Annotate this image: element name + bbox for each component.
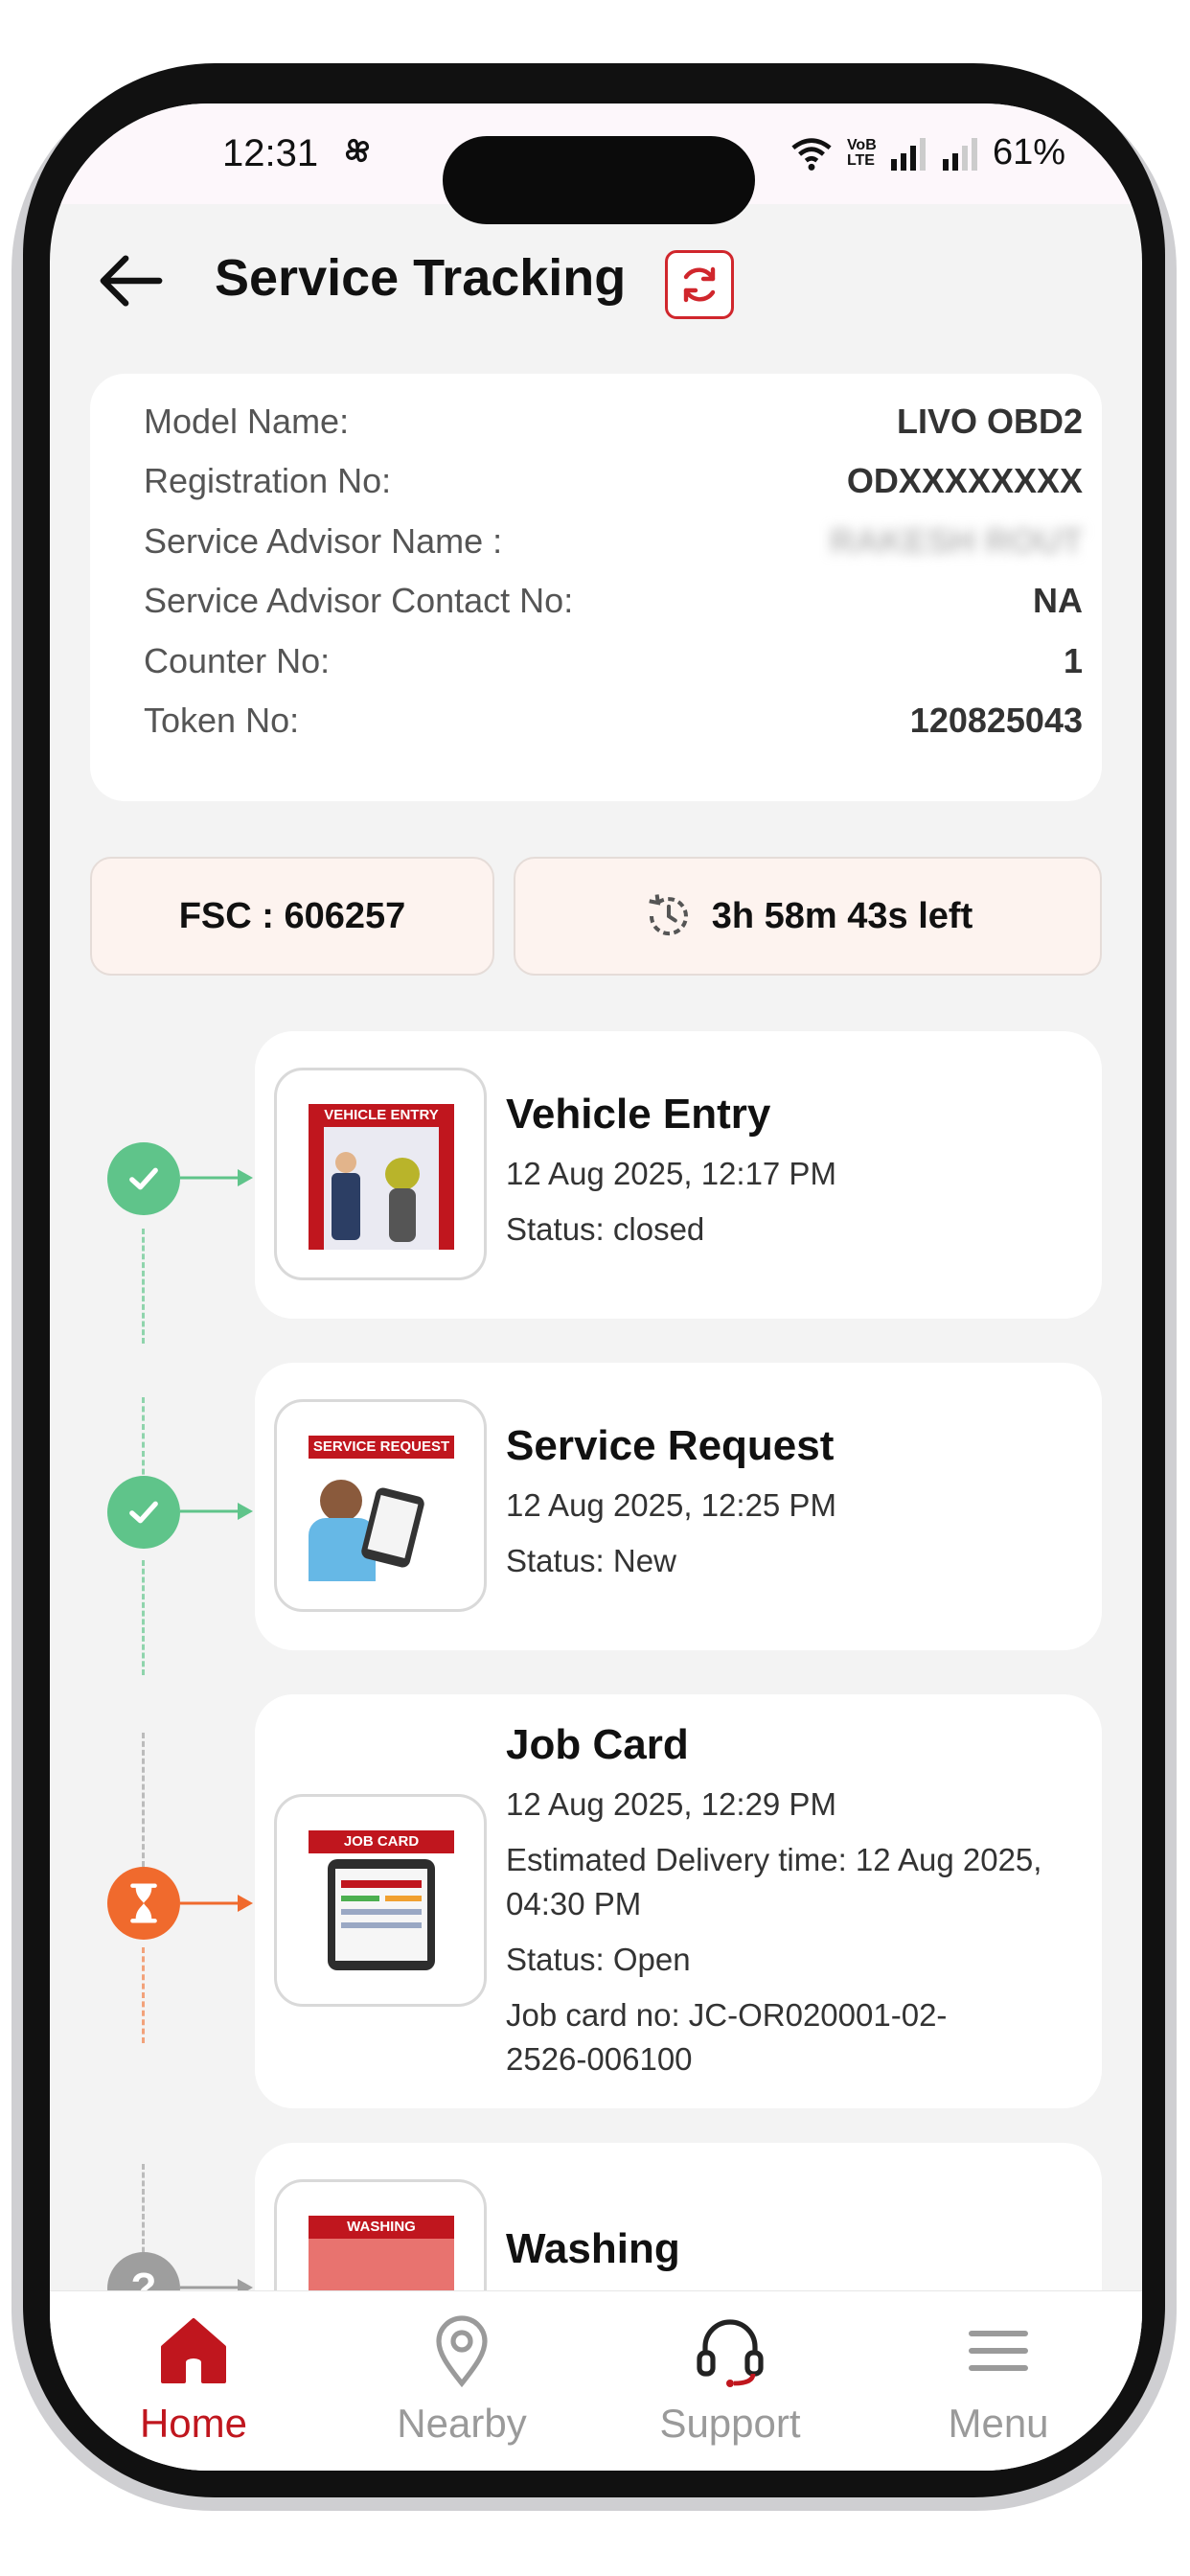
timeline-card-date: 12 Aug 2025, 12:29 PM — [506, 1786, 836, 1822]
info-row-model: Model Name: LIVO OBD2 — [144, 393, 1083, 450]
info-value: NA — [1033, 581, 1083, 620]
status-node-done — [107, 1142, 180, 1215]
job-card-image: JOB CARD — [309, 1830, 454, 1976]
location-pin-icon — [436, 2315, 488, 2388]
vehicle-entry-image: VEHICLE ENTRY — [309, 1104, 454, 1250]
timeline-card-title: Service Request — [506, 1422, 835, 1469]
timeline-card-service-request[interactable]: SERVICE REQUEST Service Request 12 Aug 2… — [255, 1363, 1102, 1650]
info-row-advisor-name: Service Advisor Name : RAKESH ROUT — [144, 513, 1083, 570]
arrow-connector — [180, 1503, 253, 1520]
info-value-redacted: RAKESH ROUT — [829, 521, 1083, 561]
timeline-connector — [142, 1947, 145, 2043]
countdown-pill: 3h 58m 43s left — [514, 857, 1102, 976]
bottom-nav: Home Nearby Support Menu — [50, 2290, 1142, 2471]
nav-home[interactable]: Home — [88, 2291, 299, 2471]
wifi-icon — [791, 137, 832, 171]
thumb-banner: SERVICE REQUEST — [309, 1436, 454, 1459]
check-icon — [129, 1167, 158, 1190]
timeline-card-status: Status: closed — [506, 1211, 705, 1247]
hourglass-icon — [130, 1883, 157, 1923]
info-row-registration: Registration No: ODXXXXXXXX — [144, 452, 1083, 510]
home-icon — [161, 2318, 226, 2383]
timeline-connector — [142, 1560, 145, 1675]
timeline-card-status: Status: New — [506, 1543, 676, 1578]
status-node-in-progress — [107, 1867, 180, 1940]
timeline-connector — [142, 1229, 145, 1344]
status-node-done — [107, 1476, 180, 1549]
nav-support[interactable]: Support — [625, 2291, 835, 2471]
countdown-label: 3h 58m 43s left — [711, 895, 973, 936]
info-value: LIVO OBD2 — [896, 402, 1083, 441]
info-label: Service Advisor Name : — [144, 521, 503, 561]
headset-icon — [697, 2319, 764, 2387]
info-label: Counter No: — [144, 641, 331, 680]
info-row-token: Token No: 120825043 — [144, 692, 1083, 749]
check-icon — [129, 1501, 158, 1524]
back-arrow-icon[interactable] — [98, 252, 165, 310]
nav-menu[interactable]: Menu — [893, 2291, 1104, 2471]
header: Service Tracking — [50, 204, 1142, 348]
nav-label: Home — [139, 2401, 248, 2446]
timeline-card-vehicle-entry[interactable]: VEHICLE ENTRY Vehicle Entry 12 Aug 2025,… — [255, 1031, 1102, 1319]
timeline-card-title: Vehicle Entry — [506, 1091, 771, 1138]
page-title: Service Tracking — [215, 249, 627, 307]
timeline-card-estimated-delivery: Estimated Delivery time: 12 Aug 2025, 04… — [506, 1842, 1042, 1921]
info-value: ODXXXXXXXX — [846, 461, 1083, 500]
signal-icon-1 — [890, 137, 926, 171]
thumb-banner: JOB CARD — [309, 1830, 454, 1853]
info-row-counter: Counter No: 1 — [144, 632, 1083, 690]
refresh-icon — [683, 266, 716, 303]
refresh-button[interactable] — [665, 250, 734, 319]
status-time: 12:31 — [222, 132, 319, 174]
nav-label: Support — [659, 2401, 801, 2446]
hamburger-menu-icon — [969, 2331, 1028, 2371]
timeline-card-date: 12 Aug 2025, 12:17 PM — [506, 1156, 836, 1191]
timeline-connector — [142, 1397, 145, 1484]
nav-nearby[interactable]: Nearby — [356, 2291, 567, 2471]
timeline-card-date: 12 Aug 2025, 12:25 PM — [506, 1487, 836, 1523]
status-right: VoB LTE 61% — [790, 132, 1065, 173]
timeline-card-title: Washing — [506, 2225, 680, 2272]
timeline-card-title: Job Card — [506, 1721, 689, 1768]
job-card-thumbnail: JOB CARD — [274, 1794, 487, 2007]
app-screen: 12:31 VoB LTE 61% Service Tracking Model… — [50, 104, 1142, 2471]
pinwheel-icon — [345, 138, 370, 163]
timeline-card-job-card[interactable]: JOB CARD Job Card 12 Aug 2025, 12:29 PM … — [255, 1694, 1102, 2108]
service-request-thumbnail: SERVICE REQUEST — [274, 1399, 487, 1612]
battery-percent: 61% — [992, 132, 1065, 172]
info-value: 1 — [1063, 641, 1083, 680]
info-label: Registration No: — [144, 461, 392, 500]
arrow-connector — [180, 1895, 253, 1912]
info-label: Model Name: — [144, 402, 350, 441]
info-label: Service Advisor Contact No: — [144, 581, 574, 620]
info-row-advisor-contact: Service Advisor Contact No: NA — [144, 572, 1083, 630]
nav-label: Nearby — [397, 2401, 527, 2446]
service-request-image: SERVICE REQUEST — [309, 1436, 454, 1581]
arrow-connector — [180, 1169, 253, 1186]
network-label: VoB LTE — [846, 136, 877, 169]
signal-icon-2 — [942, 137, 977, 171]
timeline-card-status: Status: Open — [506, 1942, 691, 1977]
info-label: Token No: — [144, 701, 300, 740]
thumb-banner: WASHING — [309, 2216, 454, 2239]
vehicle-info-card: Model Name: LIVO OBD2 Registration No: O… — [90, 374, 1102, 801]
timeline-card-job-card-no: Job card no: JC-OR020001-02-2526-006100 — [506, 1997, 948, 2077]
nav-label: Menu — [948, 2401, 1049, 2446]
fsc-pill: FSC : 606257 — [90, 857, 494, 976]
history-clock-icon — [649, 894, 688, 936]
status-bar: 12:31 VoB LTE 61% — [50, 104, 1142, 224]
thumb-banner: VEHICLE ENTRY — [309, 1104, 454, 1127]
timeline-connector — [142, 1733, 145, 1867]
vehicle-entry-thumbnail: VEHICLE ENTRY — [274, 1068, 487, 1280]
fsc-label: FSC : 606257 — [178, 895, 406, 936]
info-value: 120825043 — [909, 701, 1083, 740]
